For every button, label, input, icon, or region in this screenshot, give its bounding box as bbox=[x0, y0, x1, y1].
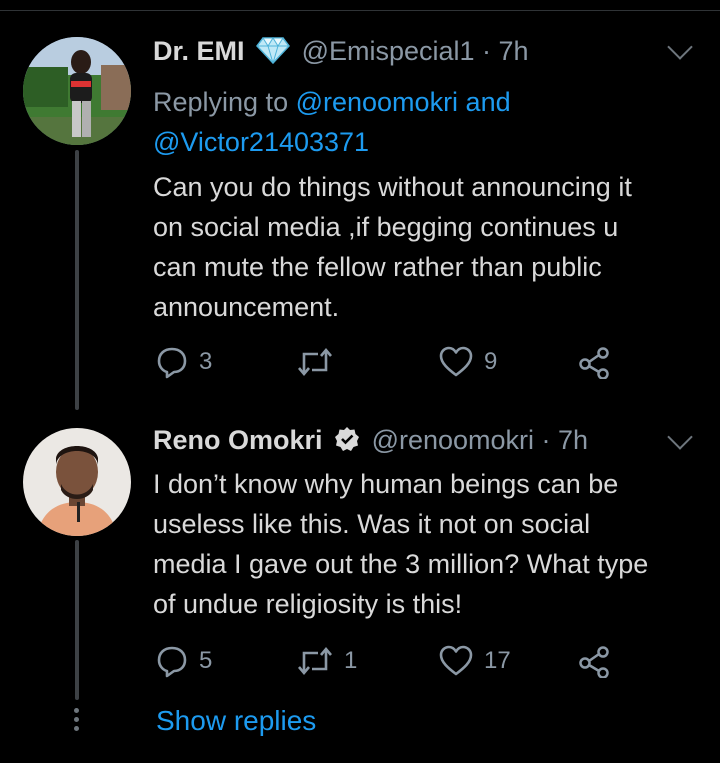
mention-link[interactable]: @Victor21403371 bbox=[153, 127, 369, 157]
tweet-header: Reno Omokri @renoomokri · 7h bbox=[153, 425, 588, 459]
display-name[interactable]: Reno Omokri bbox=[153, 425, 323, 455]
text-line: media I gave out the 3 million? What typ… bbox=[153, 549, 649, 579]
tweet-text: I don’t know why human beings can be use… bbox=[153, 464, 713, 624]
retweet-button[interactable]: 1 bbox=[296, 644, 357, 678]
avatar-photo-icon bbox=[23, 37, 131, 145]
tweet-actions: 3 9 bbox=[153, 345, 623, 385]
chevron-down-icon[interactable] bbox=[667, 424, 693, 450]
tweet-actions: 5 1 17 bbox=[153, 644, 623, 684]
reply-button[interactable]: 3 bbox=[155, 345, 212, 379]
reply-count: 5 bbox=[199, 647, 213, 674]
retweet-icon bbox=[298, 347, 332, 377]
avatar[interactable] bbox=[23, 428, 131, 536]
top-divider bbox=[0, 10, 720, 11]
diamond-icon bbox=[256, 36, 291, 71]
tweet-header: Dr. EMI @Emispecial1 · 7h bbox=[153, 36, 529, 71]
replying-prefix: Replying to bbox=[153, 87, 296, 117]
heart-icon bbox=[439, 645, 473, 676]
reply-icon bbox=[157, 646, 187, 678]
text-line: on social media ,if begging continues u bbox=[153, 212, 619, 242]
text-line: announcement. bbox=[153, 292, 340, 322]
reply-count: 3 bbox=[199, 348, 213, 375]
verified-icon bbox=[334, 426, 360, 459]
text-line: of undue religiosity is this! bbox=[153, 589, 463, 619]
text-line: useless like this. Was it not on social bbox=[153, 509, 591, 539]
mention-link[interactable]: @renoomokri and bbox=[296, 87, 511, 117]
tweet-text: Can you do things without announcing it … bbox=[153, 167, 713, 327]
text-line: Can you do things without announcing it bbox=[153, 172, 632, 202]
reply-button[interactable]: 5 bbox=[155, 644, 212, 678]
retweet-button[interactable] bbox=[296, 345, 344, 379]
like-button[interactable]: 17 bbox=[438, 644, 511, 678]
heart-icon bbox=[439, 346, 473, 377]
text-line: can mute the fellow rather than public bbox=[153, 252, 602, 282]
like-count: 9 bbox=[484, 348, 498, 375]
reply-icon bbox=[157, 347, 187, 379]
thread-dots-icon bbox=[74, 708, 80, 735]
avatar[interactable] bbox=[23, 37, 131, 145]
retweet-count: 1 bbox=[344, 647, 358, 674]
text-line: I don’t know why human beings can be bbox=[153, 469, 619, 499]
share-button[interactable] bbox=[577, 644, 611, 678]
thread-line bbox=[75, 150, 79, 410]
share-icon bbox=[579, 347, 609, 379]
share-button[interactable] bbox=[577, 345, 611, 379]
share-icon bbox=[579, 646, 609, 678]
like-count: 17 bbox=[484, 647, 511, 674]
show-replies-link[interactable]: Show replies bbox=[156, 705, 316, 737]
replying-to: Replying to @renoomokri and @Victor21403… bbox=[153, 82, 673, 162]
retweet-icon bbox=[298, 646, 332, 676]
chevron-down-icon[interactable] bbox=[667, 34, 693, 60]
avatar-photo-icon bbox=[23, 428, 131, 536]
handle-time: @renoomokri · 7h bbox=[371, 425, 589, 455]
display-name[interactable]: Dr. EMI bbox=[153, 36, 245, 66]
handle-time: @Emispecial1 · 7h bbox=[301, 36, 529, 66]
thread-line bbox=[75, 540, 79, 700]
like-button[interactable]: 9 bbox=[438, 345, 497, 379]
